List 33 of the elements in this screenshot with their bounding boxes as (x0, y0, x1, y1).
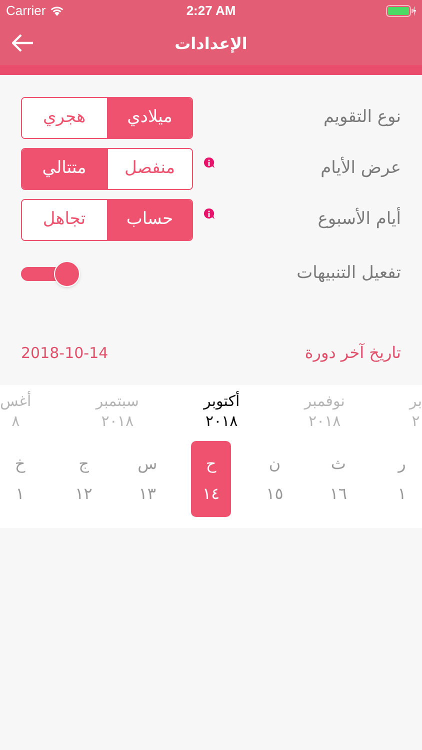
last-cycle-label: تاريخ آخر دورة (304, 342, 401, 364)
setting-label: أيام الأسبوع (318, 207, 401, 232)
segment-option[interactable]: هجري (22, 98, 108, 138)
month-item[interactable]: أغس ٨ (0, 391, 32, 431)
segment-option[interactable]: حساب (108, 200, 192, 240)
setting-label: عرض الأيام (320, 156, 401, 180)
month-item[interactable]: بر ٢ (410, 391, 422, 431)
battery-icon (386, 5, 416, 17)
day-item[interactable]: ح ١٤ (191, 441, 232, 517)
info-icon[interactable] (203, 208, 215, 220)
month-item[interactable]: سبتمبر ٢٠١٨ (96, 391, 139, 431)
day-item[interactable]: خ ١ (0, 441, 40, 517)
day-item[interactable]: س ١٣ (127, 441, 168, 517)
back-arrow-icon[interactable] (12, 34, 34, 52)
segment-option[interactable]: تجاهل (22, 200, 108, 240)
segment-option[interactable]: متتالي (22, 149, 108, 189)
day-item[interactable]: ر ١ (382, 441, 422, 517)
day-item[interactable]: ث ١٦ (318, 441, 358, 517)
month-item[interactable]: أكتوبر ٢٠١٨ (204, 391, 240, 431)
day-item[interactable]: ن ١٥ (254, 441, 295, 517)
setting-label: نوع التقويم (323, 106, 401, 130)
toggle-switch[interactable] (21, 260, 81, 288)
day-item[interactable]: ج ١٢ (64, 441, 104, 517)
month-item[interactable]: نوفمبر ٢٠١٨ (304, 391, 345, 431)
wifi-icon (50, 6, 64, 16)
date-value[interactable]: 2018-10-14 (21, 342, 108, 364)
toggle-thumb[interactable] (54, 261, 80, 287)
setting-label: تفعيل التنبيهات (296, 262, 401, 286)
info-icon[interactable] (203, 157, 215, 169)
segment-option[interactable]: ميلادي (108, 98, 192, 138)
status-time: 2:27 AM (186, 2, 236, 20)
page-title: الإعدادات (174, 32, 248, 55)
carrier-label: Carrier (6, 2, 46, 20)
